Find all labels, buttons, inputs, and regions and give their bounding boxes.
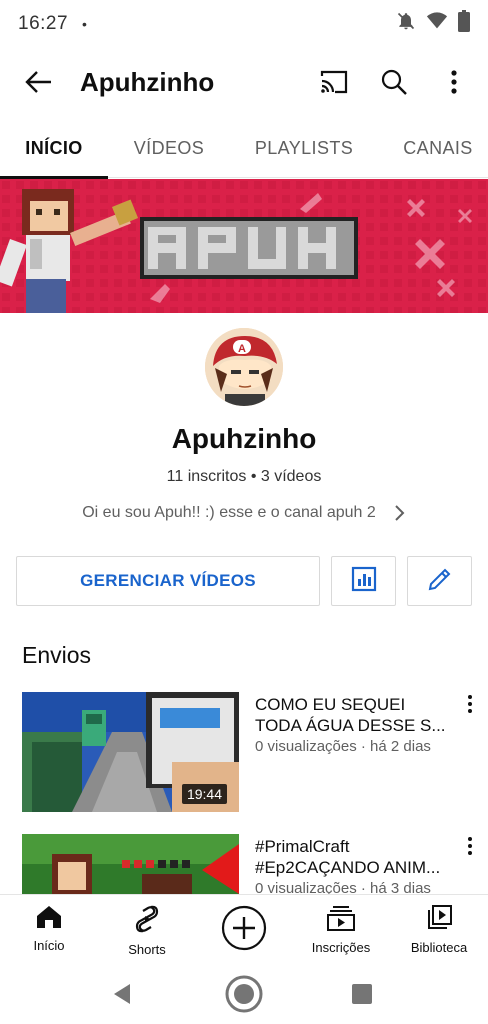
bell-off-icon — [396, 11, 416, 37]
more-vert-icon[interactable] — [430, 58, 478, 106]
channel-banner — [0, 179, 488, 313]
video-thumbnail[interactable]: 19:44 — [22, 692, 239, 812]
video-meta: 0 visualizações · há 3 dias — [255, 880, 431, 894]
video-more-icon[interactable] — [460, 834, 480, 858]
channel-actions: GERENCIAR VÍDEOS — [16, 556, 472, 606]
video-title[interactable]: COMO EU SEQUEI TODA ÁGUA DESSE S... — [255, 694, 455, 736]
channel-stats: 11 inscritos • 3 vídeos — [166, 468, 322, 485]
channel-description-text: Oi eu sou Apuh!! :) esse e o canal apuh … — [82, 504, 376, 521]
video-title-line-1: #PrimalCraft — [255, 837, 350, 856]
analytics-button[interactable] — [331, 556, 396, 606]
recents-square-icon[interactable] — [350, 982, 374, 1011]
channel-tabs: INÍCIO VÍDEOS PLAYLISTS CANAIS — [0, 118, 488, 179]
tab-videos[interactable]: VÍDEOS — [118, 118, 220, 178]
home-icon — [36, 905, 62, 932]
status-bar: 16:27 • — [0, 0, 488, 48]
manage-videos-button[interactable]: GERENCIAR VÍDEOS — [16, 556, 320, 606]
battery-icon — [458, 10, 470, 38]
app-bar: Apuhzinho — [0, 52, 488, 112]
status-time: 16:27 — [18, 13, 69, 34]
shorts-icon — [135, 905, 159, 936]
back-arrow-icon[interactable] — [18, 62, 58, 102]
nav-item-create[interactable] — [199, 895, 289, 965]
channel-avatar[interactable]: A — [205, 328, 283, 406]
nav-item-inscricoes[interactable]: Inscrições — [296, 895, 386, 965]
video-more-icon[interactable] — [460, 692, 480, 716]
nav-label: Biblioteca — [410, 940, 468, 955]
page-title: Apuhzinho — [80, 66, 215, 97]
uploads-section-title: Envios — [22, 642, 92, 668]
video-title[interactable]: #PrimalCraft #Ep2CAÇANDO ANIM... — [255, 836, 455, 878]
analytics-icon — [351, 566, 377, 597]
cast-icon[interactable] — [310, 58, 358, 106]
video-title-line-2: #Ep2CAÇANDO ANIM... — [255, 858, 441, 877]
video-title-line-1: COMO EU SEQUEI — [255, 695, 406, 714]
video-duration: 19:44 — [181, 784, 227, 804]
nav-label: Shorts — [128, 942, 166, 957]
channel-name: Apuhzinho — [171, 423, 317, 454]
video-meta: 0 visualizações · há 2 dias — [255, 738, 431, 755]
status-icons — [396, 10, 470, 38]
nav-item-inicio[interactable]: Início — [4, 895, 94, 965]
app-bar-actions — [298, 58, 478, 106]
pencil-icon — [427, 566, 453, 597]
edit-channel-button[interactable] — [407, 556, 472, 606]
home-circle-icon[interactable] — [224, 974, 264, 1019]
tab-canais[interactable]: CANAIS — [388, 118, 488, 178]
video-thumbnail[interactable] — [22, 834, 239, 894]
back-triangle-icon[interactable] — [110, 982, 134, 1011]
nav-item-shorts[interactable]: Shorts — [102, 895, 192, 965]
svg-text:A: A — [238, 343, 246, 355]
subscriptions-icon — [327, 905, 355, 934]
tab-inicio[interactable]: INÍCIO — [0, 118, 108, 179]
nav-label: Inscrições — [311, 940, 371, 955]
video-item[interactable]: 19:44 COMO EU SEQUEI TODA ÁGUA DESSE S..… — [0, 692, 488, 818]
channel-description[interactable]: Oi eu sou Apuh!! :) esse e o canal apuh … — [0, 504, 488, 522]
search-icon[interactable] — [370, 58, 418, 106]
notification-dot: • — [82, 16, 87, 32]
bottom-navigation: Início Shorts Inscrições Biblioteca — [0, 894, 488, 964]
nav-label: Início — [33, 938, 65, 953]
library-icon — [426, 905, 452, 934]
system-navigation-bar — [0, 964, 488, 1024]
chevron-right-icon — [394, 504, 406, 522]
video-title-line-2: TODA ÁGUA DESSE S... — [255, 716, 446, 735]
create-plus-icon — [221, 905, 267, 954]
nav-item-biblioteca[interactable]: Biblioteca — [394, 895, 484, 965]
tab-playlists[interactable]: PLAYLISTS — [240, 118, 368, 178]
video-item[interactable]: #PrimalCraft #Ep2CAÇANDO ANIM... 0 visua… — [0, 834, 488, 894]
wifi-icon — [426, 11, 448, 37]
